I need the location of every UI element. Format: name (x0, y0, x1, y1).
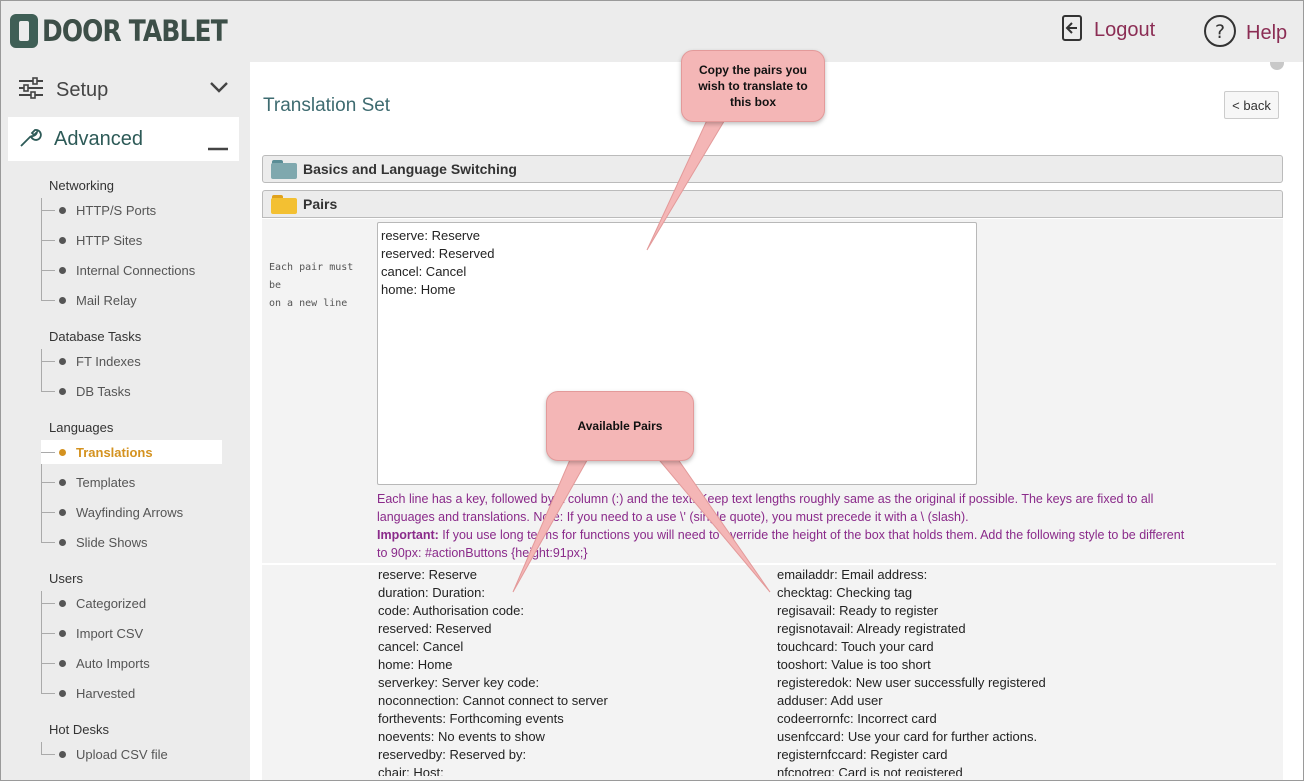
callout-copy-pairs: Copy the pairs you wish to translate to … (681, 50, 825, 122)
callout-available-pairs: Available Pairs (546, 391, 694, 461)
